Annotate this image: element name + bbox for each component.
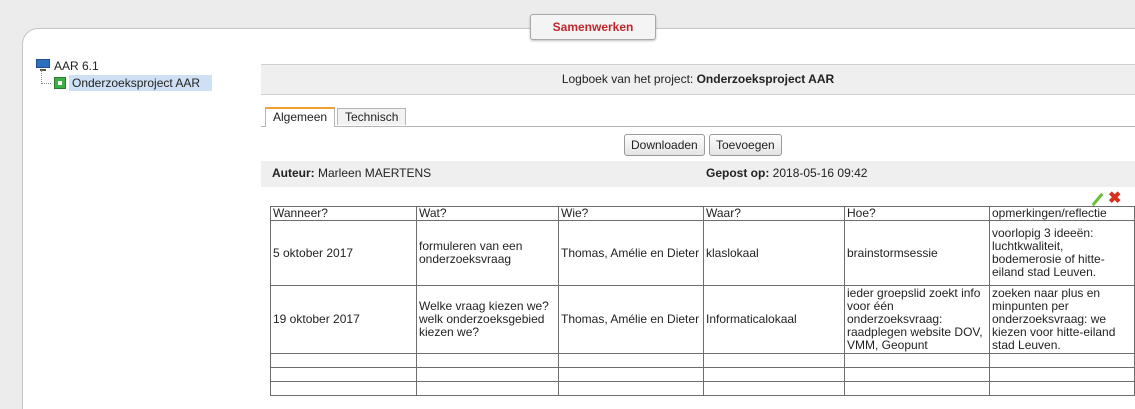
- header-cell: Wie?: [558, 206, 704, 221]
- logbook-title: Logboek van het project: Onderzoeksproje…: [261, 64, 1135, 95]
- table-cell: zoeken naar plus en minpunten per onderz…: [989, 285, 1135, 354]
- header-cell: Wanneer?: [270, 206, 417, 221]
- posted-label: Gepost op:: [706, 166, 770, 180]
- table-row-empty: [270, 353, 1135, 368]
- pencil-icon[interactable]: [1090, 192, 1104, 206]
- table-cell: ieder groepslid zoekt info voor één onde…: [844, 285, 990, 354]
- tab-technisch[interactable]: Technisch: [337, 108, 407, 125]
- project-node-icon: [54, 77, 66, 89]
- entry-actions: ✖: [1090, 191, 1121, 207]
- table-cell: Thomas, Amélie en Dieter: [558, 220, 704, 286]
- table-cell: klaslokaal: [703, 220, 845, 286]
- posted: Gepost op: 2018-05-16 09:42: [706, 161, 867, 185]
- add-button[interactable]: Toevoegen: [709, 134, 782, 156]
- tree-root-label: AAR 6.1: [54, 58, 99, 73]
- table-row: 5 oktober 2017 formuleren van een onderz…: [270, 220, 1135, 286]
- tree-item-project[interactable]: Onderzoeksproject AAR: [41, 70, 213, 92]
- header-cell: opmerkingen/reflectie: [989, 206, 1135, 221]
- logbook-prefix: Logboek van het project:: [561, 72, 694, 86]
- table-row-empty: [270, 367, 1135, 382]
- download-button[interactable]: Downloaden: [624, 134, 705, 156]
- table-cell: brainstormsessie: [844, 220, 990, 286]
- table-cell: Welke vraag kiezen we? welk onderzoeksge…: [416, 285, 559, 354]
- header-cell: Hoe?: [844, 206, 990, 221]
- table-cell: Informaticalokaal: [703, 285, 845, 354]
- author: Auteur: Marleen MAERTENS: [272, 161, 431, 185]
- tab-algemeen[interactable]: Algemeen: [265, 107, 336, 127]
- entry-meta: Auteur: Marleen MAERTENS Gepost op: 2018…: [261, 161, 1135, 187]
- table-cell: 5 oktober 2017: [270, 220, 417, 286]
- tab-bar: Algemeen Technisch: [261, 107, 1135, 127]
- table-header-row: Wanneer? Wat? Wie? Waar? Hoe? opmerkinge…: [270, 206, 1135, 221]
- close-icon[interactable]: ✖: [1108, 191, 1121, 207]
- tree-item-project-label: Onderzoeksproject AAR: [69, 75, 213, 91]
- table-row-empty: [270, 381, 1135, 396]
- tab-samenwerken-label: Samenwerken: [552, 20, 634, 34]
- logbook-project: Onderzoeksproject AAR: [696, 72, 835, 86]
- tree-connector: [41, 70, 51, 84]
- header-cell: Waar?: [703, 206, 845, 221]
- header-cell: Wat?: [416, 206, 559, 221]
- table-cell: voorlopig 3 ideeën: luchtkwaliteit, bode…: [989, 220, 1135, 286]
- author-label: Auteur:: [272, 166, 315, 180]
- tab-samenwerken[interactable]: Samenwerken: [530, 14, 656, 40]
- logbook-table: Wanneer? Wat? Wie? Waar? Hoe? opmerkinge…: [270, 206, 1135, 396]
- tree-root[interactable]: AAR 6.1: [36, 58, 212, 73]
- table-cell: 19 oktober 2017: [270, 285, 417, 354]
- author-name: Marleen MAERTENS: [318, 166, 432, 180]
- table-row: 19 oktober 2017 Welke vraag kiezen we? w…: [270, 285, 1135, 354]
- table-cell: Thomas, Amélie en Dieter: [558, 285, 704, 354]
- project-tree: AAR 6.1 Onderzoeksproject AAR: [36, 58, 213, 92]
- posted-date: 2018-05-16 09:42: [772, 166, 868, 180]
- table-cell: formuleren van een onderzoeksvraag: [416, 220, 559, 286]
